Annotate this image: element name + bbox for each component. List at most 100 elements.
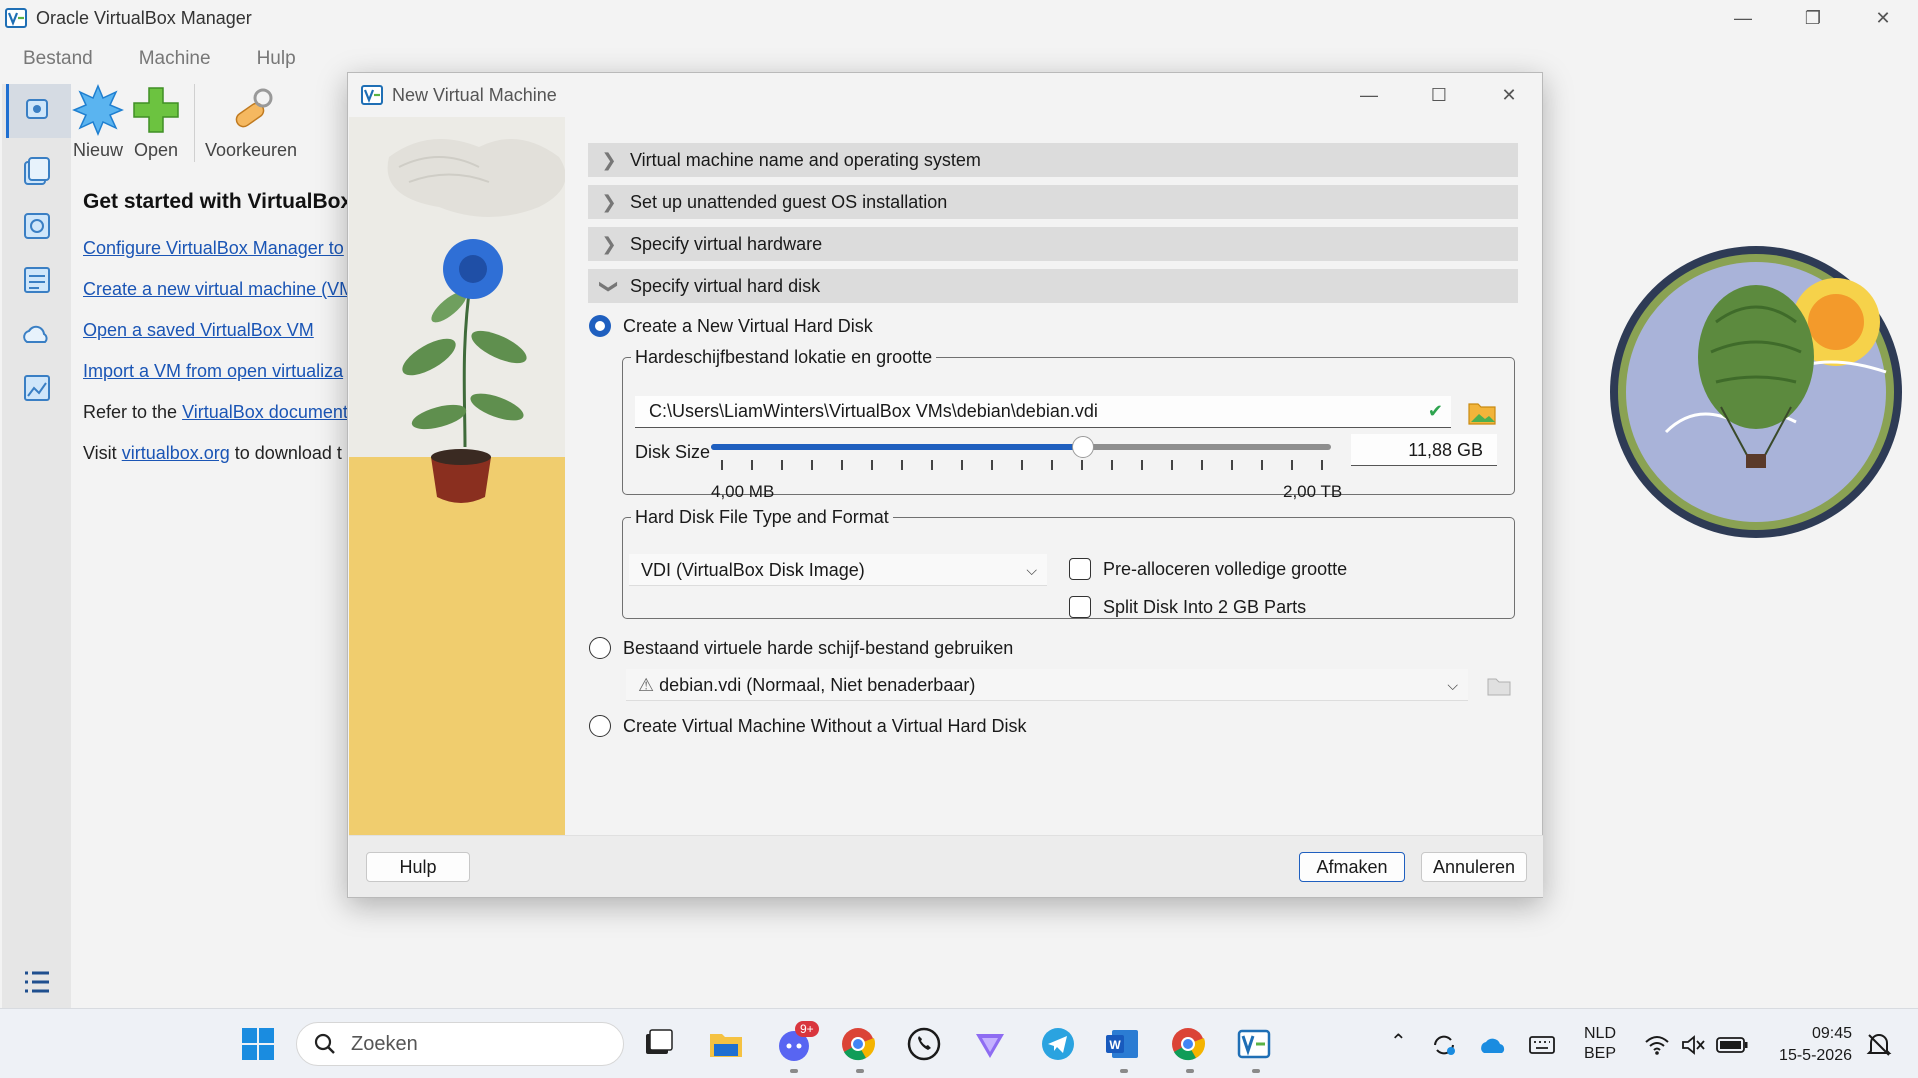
windows-start-icon[interactable] [240,1026,276,1062]
open-label: Open [133,140,179,160]
use-existing-disk-radio[interactable] [589,637,611,659]
keyboard-layout-code: BEP [1583,1045,1616,1062]
search-placeholder: Zoeken [351,1032,418,1055]
help-button[interactable]: Hulp [366,852,470,882]
slider-tick [901,460,903,470]
notification-bell-icon[interactable] [1866,1031,1892,1059]
virtualbox-taskbar-icon[interactable] [1236,1026,1272,1062]
dialog-close-button[interactable]: ✕ [1474,73,1544,117]
existing-disk-select[interactable]: ⚠ debian.vdi (Normaal, Niet benaderbaar)… [626,669,1468,701]
disk-format-value: VDI (VirtualBox Disk Image) [641,560,865,580]
taskbar-search-box[interactable]: Zoeken [296,1022,624,1066]
section-hard-disk-label: Specify virtual hard disk [630,275,821,296]
use-existing-disk-option[interactable]: Bestaand virtuele harde schijf-bestand g… [588,633,1518,663]
cancel-button[interactable]: Annuleren [1421,852,1527,882]
disk-size-max-label: 2,00 TB [1283,482,1343,501]
open-vm-button[interactable]: Open [130,84,182,161]
chrome-icon[interactable] [840,1026,876,1062]
network-manager-icon[interactable] [19,262,55,298]
create-new-disk-radio[interactable] [589,315,611,337]
virtualbox-org-link[interactable]: virtualbox.org [122,443,230,463]
manager-titlebar: Oracle VirtualBox Manager — ❐ ✕ [0,0,1918,36]
telegram-icon[interactable] [1040,1026,1076,1062]
new-label: Nieuw [72,140,124,160]
chevron-right-icon: ❯ [601,149,617,170]
slider-tick [1231,460,1233,470]
dialog-minimize-button[interactable]: — [1334,73,1404,117]
section-virtual-hard-disk[interactable]: ❯ Specify virtual hard disk [588,269,1518,303]
preallocate-checkbox[interactable] [1069,558,1091,580]
minimize-button[interactable]: — [1708,0,1778,36]
media-manager-icon[interactable] [19,154,55,190]
chrome-icon[interactable] [1170,1026,1206,1062]
menu-hulp[interactable]: Hulp [234,44,319,78]
dialog-title: New Virtual Machine [392,84,557,105]
virtualbox-logo-icon [361,85,383,105]
disk-size-input[interactable]: 11,88 GB [1351,434,1497,466]
clock-date: 15-5-2026 [1779,1047,1852,1064]
whatsapp-icon[interactable] [906,1026,942,1062]
no-disk-radio[interactable] [589,715,611,737]
disk-size-slider[interactable] [711,436,1331,458]
slider-tick [1261,460,1263,470]
wifi-icon[interactable] [1644,1033,1670,1057]
section-name-os-label: Virtual machine name and operating syste… [630,149,981,170]
preallocate-option[interactable]: Pre-alloceren volledige grootte [1069,558,1347,580]
slider-tick [1081,460,1083,470]
create-vm-link[interactable]: Create a new virtual machine (VM [83,279,348,299]
section-virtual-hardware[interactable]: ❯ Specify virtual hardware [588,227,1518,261]
create-new-disk-option[interactable]: Create a New Virtual Hard Disk [588,311,1518,341]
section-unattended-label: Set up unattended guest OS installation [630,191,948,212]
disk-file-path-input[interactable]: C:\Users\LiamWinters\VirtualBox VMs\debi… [635,396,1451,428]
left-toolbar [2,84,71,1008]
onedrive-icon[interactable] [1478,1033,1508,1057]
menu-machine[interactable]: Machine [116,44,234,78]
language-indicator[interactable]: NLD BEP [1580,1024,1620,1064]
show-hidden-icons-icon[interactable]: ⌃ [1390,1029,1407,1054]
slider-tick [1171,460,1173,470]
vpn-app-icon[interactable] [972,1026,1008,1062]
documentation-link[interactable]: VirtualBox document [182,402,348,422]
keyboard-icon[interactable] [1528,1033,1556,1057]
preferences-label: Voorkeuren [205,140,298,160]
chevron-right-icon: ❯ [601,233,617,254]
disk-format-select[interactable]: VDI (VirtualBox Disk Image) ⌵ [629,554,1047,586]
disk-size-label: Disk Size [635,442,711,462]
split-disk-option[interactable]: Split Disk Into 2 GB Parts [1069,596,1306,618]
dialog-button-bar: Hulp Afmaken Annuleren [349,835,1543,897]
slider-tick [721,460,723,470]
use-existing-disk-label: Bestaand virtuele harde schijf-bestand g… [623,637,1014,658]
split-disk-checkbox[interactable] [1069,596,1091,618]
restore-button[interactable]: ❐ [1778,0,1848,36]
preferences-button[interactable]: Voorkeuren [205,84,297,161]
welcome-tool-button[interactable] [6,84,71,138]
section-unattended-install[interactable]: ❯ Set up unattended guest OS installatio… [588,185,1518,219]
disk-size-slider-thumb[interactable] [1072,436,1094,458]
import-vm-link[interactable]: Import a VM from open virtualiza [83,361,343,381]
sync-icon[interactable] [1430,1031,1458,1059]
word-icon[interactable]: W [1104,1026,1140,1062]
list-menu-icon[interactable] [19,964,55,1000]
snapshot-icon[interactable] [19,208,55,244]
close-button[interactable]: ✕ [1848,0,1918,36]
cloud-manager-icon[interactable] [19,316,55,352]
menu-bestand[interactable]: Bestand [0,44,116,78]
clock[interactable]: 09:45 15-5-2026 [1770,1023,1852,1067]
open-saved-vm-link[interactable]: Open a saved VirtualBox VM [83,320,314,340]
finish-button[interactable]: Afmaken [1299,852,1405,882]
configure-link[interactable]: Configure VirtualBox Manager to [83,238,344,258]
activity-monitor-icon[interactable] [19,370,55,406]
choose-folder-icon[interactable] [1467,398,1497,426]
new-vm-button[interactable]: Nieuw [72,84,124,161]
toolbar-separator [194,84,195,162]
battery-icon[interactable] [1716,1035,1748,1055]
choose-existing-disk-icon[interactable] [1486,675,1512,697]
dialog-maximize-button[interactable]: ☐ [1404,73,1474,117]
task-view-icon[interactable] [640,1026,676,1062]
section-name-os[interactable]: ❯ Virtual machine name and operating sys… [588,143,1518,177]
no-disk-option[interactable]: Create Virtual Machine Without a Virtual… [588,711,1518,741]
slider-tick [961,460,963,470]
volume-muted-icon[interactable] [1680,1033,1706,1057]
file-explorer-icon[interactable] [708,1026,744,1062]
clock-time: 09:45 [1811,1025,1852,1042]
